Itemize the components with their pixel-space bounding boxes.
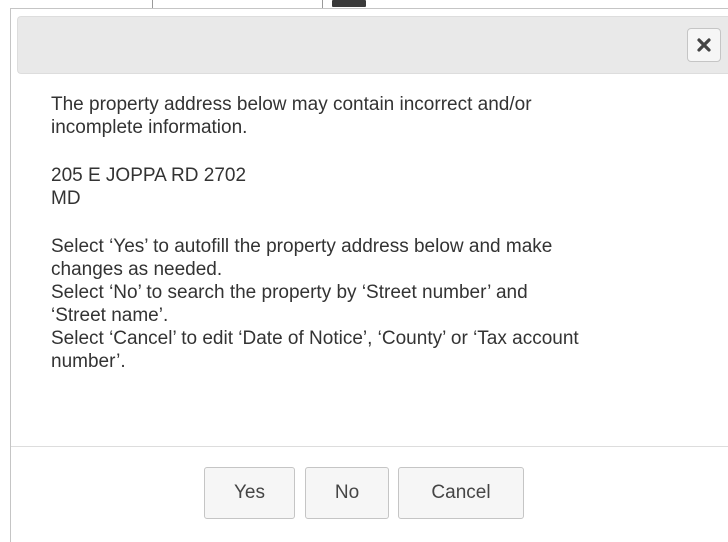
button-pane-divider [11,446,728,447]
page: The property address below may contain i… [0,0,728,542]
dialog-titlebar [17,16,728,74]
instruction-line: changes as needed. [51,259,223,280]
instruction-line: Select ‘Cancel’ to edit ‘Date of Notice’… [51,328,579,349]
instruction-line: Select ‘No’ to search the property by ‘S… [51,282,528,303]
address-confirm-dialog: The property address below may contain i… [10,8,728,542]
close-button[interactable] [687,28,721,62]
close-x-icon [696,37,712,53]
instruction-line: ‘Street name’. [51,305,169,326]
underlying-control [332,0,366,7]
no-button[interactable]: No [305,467,389,519]
underlying-divider [322,0,323,8]
address-line: MD [51,188,81,209]
message-line: The property address below may contain i… [51,94,532,115]
dialog-button-pane: Yes No Cancel [0,467,728,519]
underlying-divider [152,0,153,8]
message-line: incomplete information. [51,117,248,138]
cancel-button[interactable]: Cancel [398,467,524,519]
instruction-line: Select ‘Yes’ to autofill the property ad… [51,236,553,257]
instruction-line: number’. [51,351,126,372]
address-line: 205 E JOPPA RD 2702 [51,165,247,186]
yes-button[interactable]: Yes [204,467,295,519]
dialog-content: The property address below may contain i… [51,93,721,373]
